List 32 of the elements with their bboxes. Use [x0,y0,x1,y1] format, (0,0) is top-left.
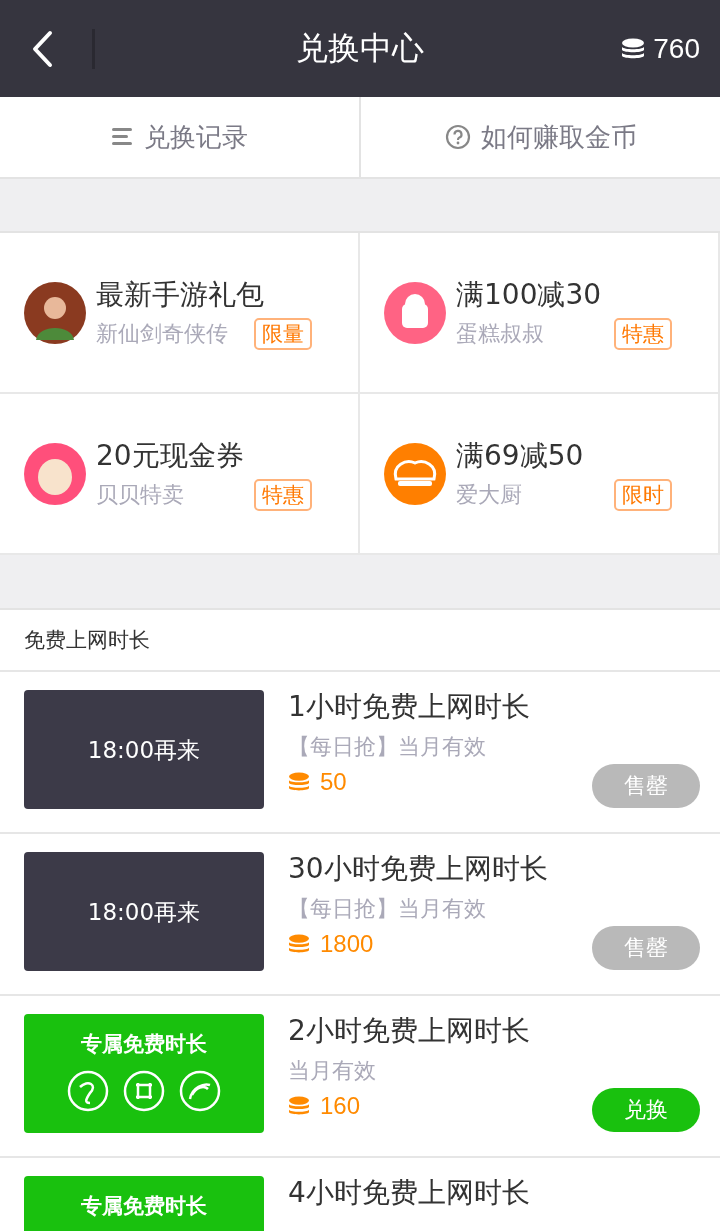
offer-tag: 限时 [614,478,672,511]
section-title: 免费上网时长 [0,610,720,672]
offer-merchant: 爱大厨 [456,480,522,509]
banner-label: 专属免费时长 [81,1193,207,1220]
offer-merchant: 贝贝特卖 [96,480,184,509]
offer-merchant: 新仙剑奇侠传 [96,319,228,348]
offer-title: 满100减30 [456,276,603,313]
item-title: 2小时免费上网时长 [288,1013,530,1049]
offer-tag: 限量 [254,317,312,350]
offer-tag: 特惠 [254,478,312,511]
banner-label: 专属免费时长 [81,1031,207,1058]
item-validity: 当月有效 [288,1057,377,1085]
offer-card[interactable]: 最新手游礼包 新仙剑奇侠传 限量 [0,233,360,394]
coin-balance: 760 [653,32,700,65]
item-validity: 【每日抢】当月有效 [288,895,487,923]
offer-title: 满69减50 [456,437,585,474]
redeem-button[interactable]: 兑换 [592,1088,700,1132]
offer-tag: 特惠 [614,317,672,350]
item-price: 1800 [320,930,374,958]
countdown-label: 18:00再来 [87,897,201,926]
countdown-label: 18:00再来 [87,735,201,764]
page-title: 兑换中心 [296,27,424,69]
item-validity: 【每日抢】当月有效 [288,733,487,761]
offer-title: 最新手游礼包 [96,276,265,313]
item-title: 4小时免费上网时长 [288,1175,530,1211]
offer-card[interactable]: 满100减30 蛋糕叔叔 特惠 [360,233,720,394]
item-title: 30小时免费上网时长 [288,851,548,887]
offer-merchant: 蛋糕叔叔 [456,319,544,348]
item-title: 1小时免费上网时长 [288,689,530,725]
item-price: 160 [320,1092,361,1120]
offer-title: 20元现金券 [96,437,245,474]
item-price: 50 [320,768,347,796]
